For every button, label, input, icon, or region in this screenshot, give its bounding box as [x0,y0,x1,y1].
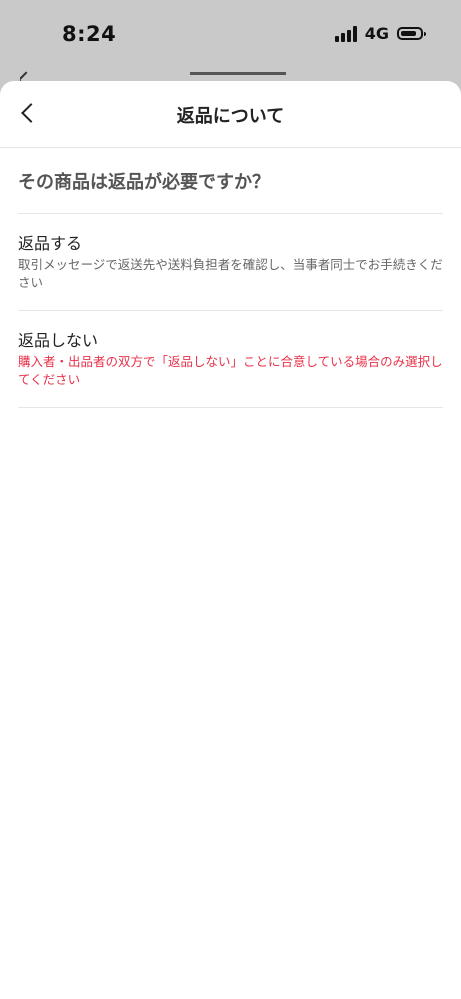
status-indicators: 4G [334,24,426,43]
network-type: 4G [364,24,389,43]
status-bar: 8:24 4G [0,0,461,80]
page-title: 返品について [176,106,285,127]
sheet-header: 返品について [0,81,461,148]
option-description: 取引メッセージで返送先や送料負担者を確認し、当事者同士でお手続きください [18,257,443,290]
option-title: 返品する [18,234,83,253]
option-no-return[interactable]: 返品しない 購入者・出品者の双方で「返品しない」ことに合意している場合のみ選択し… [18,311,443,408]
signal-strength-icon [334,25,357,42]
option-return[interactable]: 返品する 取引メッセージで返送先や送料負担者を確認し、当事者同士でお手続きくださ… [18,214,443,311]
battery-icon [397,27,426,40]
status-time: 8:24 [62,22,117,46]
option-warning-description: 購入者・出品者の双方で「返品しない」ことに合意している場合のみ選択してください [18,354,443,387]
question-heading: その商品は返品が必要ですか？ [18,148,443,214]
modal-sheet: 返品について その商品は返品が必要ですか？ 返品する 取引メッセージで返送先や送… [0,81,461,999]
option-title: 返品しない [18,331,99,350]
